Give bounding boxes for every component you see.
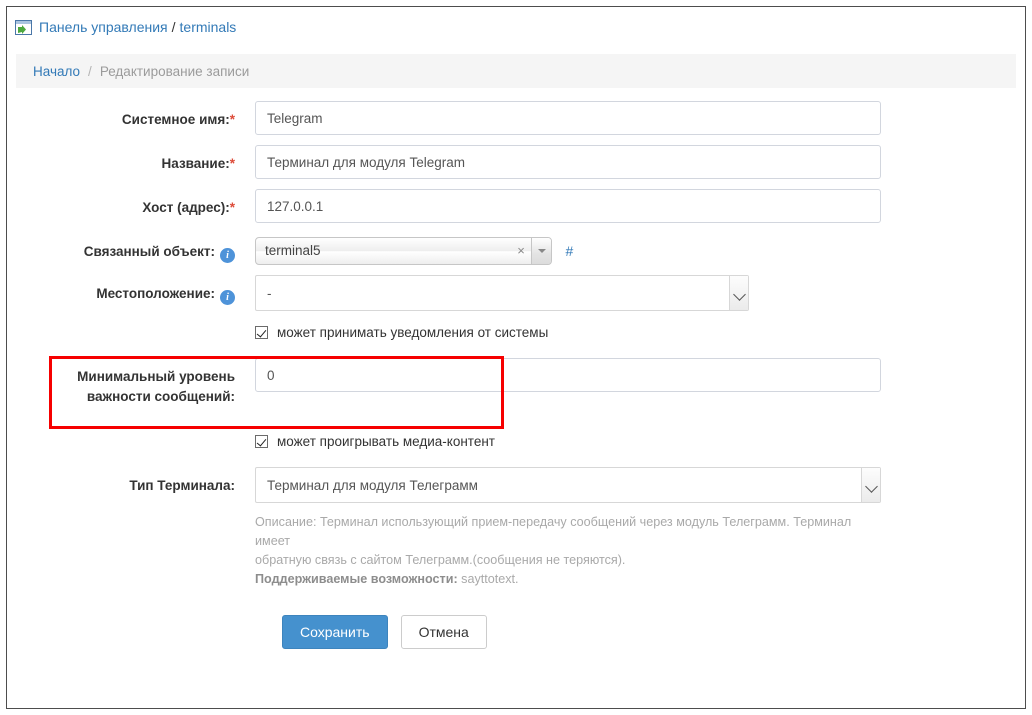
label-linked-object: Связанный объект: i <box>7 233 235 263</box>
window-app-icon <box>15 20 32 35</box>
spacer <box>7 323 255 342</box>
topbar-terminals-link[interactable]: terminals <box>180 19 237 35</box>
breadcrumb: Начало / Редактирование записи <box>16 54 1016 88</box>
label-linked-object-text: Связанный объект: <box>84 244 215 259</box>
linked-object-hash-link[interactable]: # <box>565 243 573 259</box>
required-marker: * <box>230 112 235 127</box>
control-terminal-type: Терминал для модуля Телеграмм <box>255 467 881 503</box>
topbar: Панель управления / terminals <box>7 7 1025 47</box>
form-actions: Сохранить Отмена <box>282 615 1025 649</box>
terminal-type-description: Описание: Терминал использующий прием-пе… <box>255 513 885 589</box>
linked-object-value: terminal5 <box>256 238 511 264</box>
page-frame: Панель управления / terminals Начало / Р… <box>6 6 1026 709</box>
terminal-type-select-value: Терминал для модуля Телеграмм <box>267 478 869 493</box>
label-system-name-text: Системное имя: <box>122 112 230 127</box>
label-title: Название:* <box>7 145 235 174</box>
field-row-linked-object: Связанный объект: i terminal5 × # <box>7 233 1025 265</box>
capabilities-value: sayttotext. <box>461 572 518 586</box>
chevron-down-icon[interactable] <box>531 238 551 264</box>
title-input[interactable] <box>255 145 881 179</box>
label-location: Местоположение: i <box>7 275 235 305</box>
description-line-2: обратную связь с сайтом Телеграмм.(сообщ… <box>255 551 885 570</box>
control-system-name <box>255 101 881 135</box>
host-input[interactable] <box>255 189 881 223</box>
field-row-terminal-type: Тип Терминала: Терминал для модуля Телег… <box>7 467 1025 503</box>
label-title-text: Название: <box>162 156 230 171</box>
required-marker: * <box>230 200 235 215</box>
label-host-text: Хост (адрес): <box>142 200 229 215</box>
notifications-checkbox[interactable] <box>255 326 268 339</box>
checkbox-row-media: может проигрывать медиа-контент <box>7 432 1025 451</box>
topbar-control-panel-link[interactable]: Панель управления <box>39 19 168 35</box>
cancel-button[interactable]: Отмена <box>401 615 487 649</box>
info-icon[interactable]: i <box>220 248 235 263</box>
label-min-importance-line2: важности сообщений: <box>7 387 235 407</box>
chevron-down-icon[interactable] <box>861 468 880 502</box>
media-checkbox[interactable] <box>255 435 268 448</box>
description-line-1: Описание: Терминал использующий прием-пе… <box>255 513 885 551</box>
info-icon[interactable]: i <box>220 290 235 305</box>
label-min-importance: Минимальный уровень важности сообщений: <box>7 358 235 406</box>
close-icon[interactable]: × <box>511 238 531 264</box>
system-name-input[interactable] <box>255 101 881 135</box>
label-host: Хост (адрес):* <box>7 189 235 218</box>
breadcrumb-slash: / <box>88 64 92 79</box>
label-min-importance-line1: Минимальный уровень <box>7 367 235 387</box>
topbar-separator: / <box>172 19 176 35</box>
checkbox-row-notifications: может принимать уведомления от системы <box>7 323 1025 342</box>
media-checkbox-label[interactable]: может проигрывать медиа-контент <box>277 432 495 451</box>
control-min-importance <box>255 358 881 392</box>
field-row-title: Название:* <box>7 145 1025 179</box>
label-terminal-type: Тип Терминала: <box>7 467 235 496</box>
field-row-location: Местоположение: i - <box>7 275 1025 311</box>
breadcrumb-home-link[interactable]: Начало <box>33 64 80 79</box>
label-location-text: Местоположение: <box>96 286 215 301</box>
control-host <box>255 189 881 223</box>
spacer <box>7 432 255 451</box>
edit-form: Системное имя:* Название:* Хост (адрес):… <box>7 88 1025 649</box>
save-button[interactable]: Сохранить <box>282 615 388 649</box>
linked-object-select2[interactable]: terminal5 × <box>255 237 552 265</box>
field-row-system-name: Системное имя:* <box>7 101 1025 135</box>
chevron-down-icon[interactable] <box>729 276 748 310</box>
breadcrumb-current: Редактирование записи <box>100 64 249 79</box>
location-select-value: - <box>267 286 737 301</box>
terminal-type-select[interactable]: Терминал для модуля Телеграмм <box>255 467 881 503</box>
control-title <box>255 145 881 179</box>
field-row-host: Хост (адрес):* <box>7 189 1025 223</box>
control-location: - <box>255 275 749 311</box>
control-linked-object: terminal5 × # <box>255 233 573 265</box>
required-marker: * <box>230 156 235 171</box>
min-importance-input[interactable] <box>255 358 881 392</box>
location-select[interactable]: - <box>255 275 749 311</box>
label-system-name: Системное имя:* <box>7 101 235 130</box>
notifications-checkbox-label[interactable]: может принимать уведомления от системы <box>277 323 548 342</box>
capabilities-label: Поддерживаемые возможности: <box>255 572 458 586</box>
description-capabilities: Поддерживаемые возможности: sayttotext. <box>255 570 885 589</box>
field-row-min-importance: Минимальный уровень важности сообщений: <box>7 358 1025 406</box>
